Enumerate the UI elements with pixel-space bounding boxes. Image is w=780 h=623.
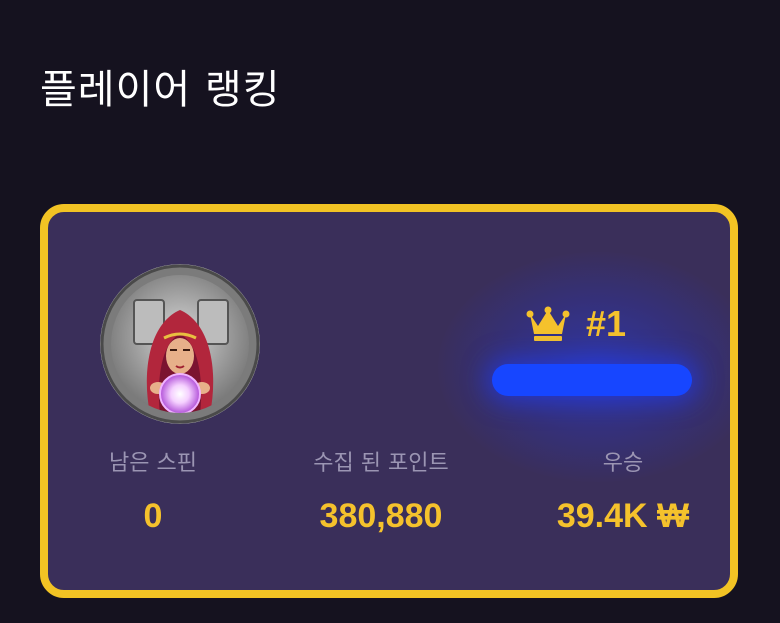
fortune-teller-avatar-icon bbox=[100, 264, 260, 424]
stat-spins-left-value: 0 bbox=[143, 497, 163, 535]
stat-spins-left-label: 남은 스핀 bbox=[109, 451, 197, 476]
player-ranking-card: #1 남은 스핀 0 수집 된 포인트 380,880 우승 39.4K ₩ bbox=[40, 204, 738, 598]
stat-wins: 우승 39.4K ₩ bbox=[538, 448, 708, 540]
stat-spins-left: 남은 스핀 0 bbox=[88, 448, 218, 540]
rank-number: #1 bbox=[586, 303, 627, 344]
stat-points: 수집 된 포인트 380,880 bbox=[286, 448, 476, 540]
rank-row: #1 bbox=[526, 300, 626, 348]
page-title: 플레이어 랭킹 bbox=[40, 67, 281, 113]
stat-points-value: 380,880 bbox=[319, 497, 443, 535]
player-name-bar bbox=[492, 364, 692, 396]
stat-points-label: 수집 된 포인트 bbox=[313, 451, 449, 476]
stat-wins-label: 우승 bbox=[602, 451, 644, 476]
crown-icon bbox=[526, 306, 570, 341]
stat-wins-value: 39.4K ₩ bbox=[556, 497, 690, 535]
